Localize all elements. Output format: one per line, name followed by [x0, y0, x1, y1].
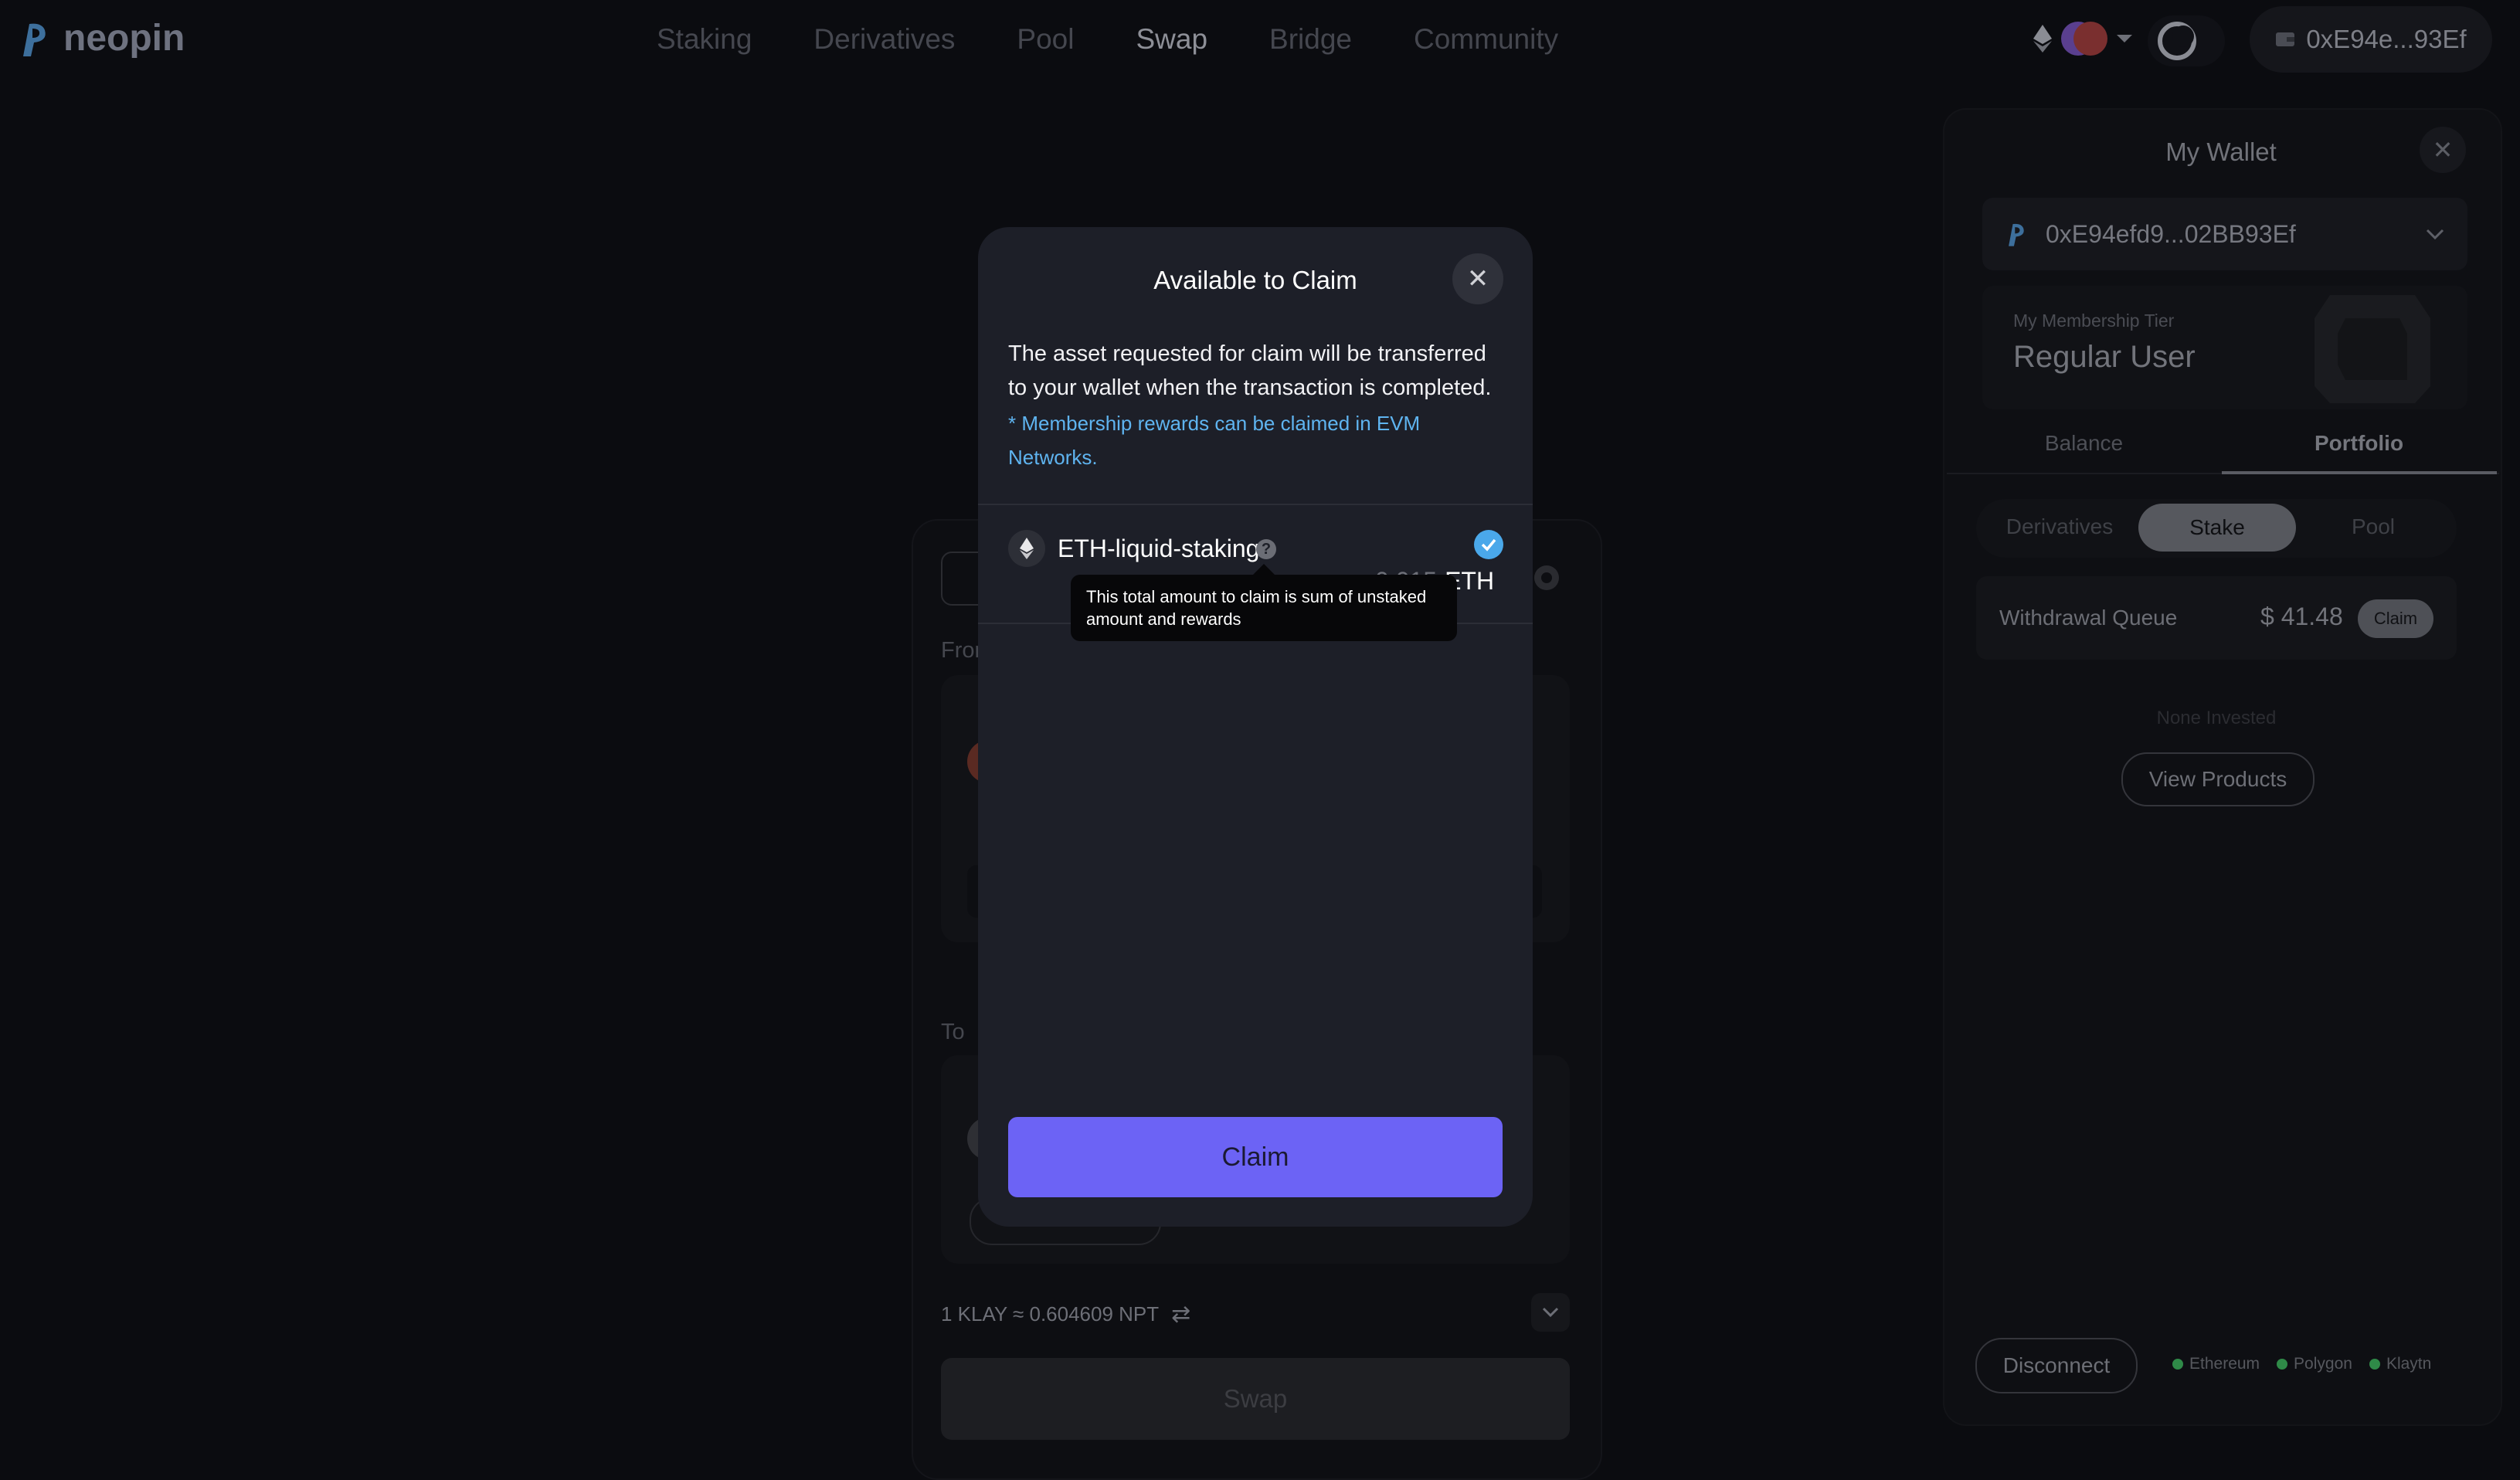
tab-balance[interactable]: Balance	[1947, 431, 2221, 456]
claim-total-tooltip: This total amount to claim is sum of uns…	[1071, 564, 1457, 641]
wallet-panel-title: My Wallet	[2165, 137, 2277, 166]
withdrawal-queue-claim-button[interactable]: Claim	[2358, 599, 2433, 638]
theme-toggle[interactable]	[2148, 15, 2225, 66]
claim-button-label: Claim	[1221, 1142, 1289, 1172]
withdrawal-queue-label: Withdrawal Queue	[1999, 606, 2178, 630]
exchange-rate: 1 KLAY ≈ 0.604609 NPT ⇄	[941, 1301, 1190, 1328]
ethereum-icon	[2033, 25, 2052, 53]
empty-state-text: None Invested	[2156, 708, 2277, 728]
claim-button[interactable]: Claim	[1008, 1117, 1503, 1197]
chevron-down-icon	[2426, 229, 2444, 239]
chevron-down-icon	[1542, 1307, 1559, 1318]
status-dot-icon	[2277, 1359, 2288, 1370]
nav-derivatives[interactable]: Derivatives	[813, 23, 955, 56]
segment-derivatives[interactable]: Derivatives	[1979, 514, 2140, 539]
nav-community[interactable]: Community	[1414, 23, 1558, 56]
wallet-panel-close-button[interactable]: ✕	[2420, 127, 2466, 173]
network-name: Polygon	[2294, 1355, 2352, 1373]
view-products-label: View Products	[2148, 767, 2287, 791]
network-status-list: Ethereum Polygon Klaytn	[2172, 1355, 2431, 1373]
withdrawal-queue-value: $ 41.48	[2260, 603, 2343, 630]
neopin-logo-icon	[23, 23, 46, 56]
modal-description: The asset requested for claim will be tr…	[1008, 341, 1492, 400]
network-name: Ethereum	[2189, 1355, 2260, 1373]
rate-expand-button[interactable]	[1531, 1293, 1570, 1332]
network-selector[interactable]	[2032, 22, 2134, 56]
wallet-icon	[2276, 32, 2295, 46]
close-icon: ✕	[2432, 136, 2454, 164]
claim-item-name: ETH-liquid-staking	[1058, 535, 1260, 562]
gear-icon[interactable]	[1530, 561, 1564, 595]
status-dot-icon	[2369, 1359, 2380, 1370]
close-icon: ✕	[1466, 264, 1489, 294]
membership-tier-value: Regular User	[2013, 340, 2196, 374]
segment-stake[interactable]: Stake	[2138, 504, 2296, 552]
nav-bridge[interactable]: Bridge	[1269, 23, 1352, 56]
account-selector[interactable]: 0xE94efd9...02BB93Ef	[1982, 198, 2467, 270]
network-status-ethereum: Ethereum	[2172, 1355, 2260, 1373]
segment-pool[interactable]: Pool	[2294, 514, 2452, 539]
segment-stake-label: Stake	[2189, 515, 2245, 539]
tab-portfolio[interactable]: Portfolio	[2222, 431, 2496, 456]
wallet-button[interactable]: 0xE94e...93Ef	[2250, 6, 2492, 73]
exchange-rate-text: 1 KLAY ≈ 0.604609 NPT	[941, 1302, 1160, 1326]
disconnect-label: Disconnect	[2002, 1353, 2111, 1377]
help-icon[interactable]: ?	[1256, 539, 1276, 559]
swap-arrows-icon[interactable]: ⇄	[1171, 1301, 1190, 1328]
ethereum-icon	[1020, 538, 1034, 559]
nav-pool[interactable]: Pool	[1017, 23, 1074, 56]
nav-staking[interactable]: Staking	[657, 23, 752, 56]
network-icon-stack	[2061, 22, 2107, 56]
network-name: Klaytn	[2386, 1355, 2432, 1373]
withdrawal-queue-claim-label: Claim	[2373, 609, 2418, 628]
modal-close-button[interactable]: ✕	[1452, 253, 1503, 304]
nav-swap[interactable]: Swap	[1136, 23, 1207, 56]
tab-portfolio-underline	[2222, 471, 2497, 474]
modal-membership-note: * Membership rewards can be claimed in E…	[1008, 412, 1421, 469]
brand-logo[interactable]: neopin	[19, 17, 185, 59]
status-dot-icon	[2172, 1359, 2183, 1370]
membership-badge-icon	[2315, 295, 2430, 403]
view-products-button[interactable]: View Products	[2121, 752, 2315, 806]
modal-title: Available to Claim	[1153, 266, 1357, 294]
brand-name: neopin	[63, 18, 185, 59]
account-address: 0xE94efd9...02BB93Ef	[2046, 219, 2296, 248]
to-label: To	[941, 1020, 965, 1044]
network-status-polygon: Polygon	[2277, 1355, 2352, 1373]
disconnect-button[interactable]: Disconnect	[1975, 1338, 2138, 1393]
tooltip-text: This total amount to claim is sum of uns…	[1086, 587, 1427, 629]
chevron-down-icon	[2117, 35, 2132, 42]
wallet-address-short: 0xE94e...93Ef	[2306, 25, 2467, 53]
membership-tier-label: My Membership Tier	[2013, 311, 2175, 331]
swap-button-label: Swap	[1223, 1384, 1288, 1413]
check-circle-icon[interactable]	[1474, 530, 1503, 559]
moon-icon	[2158, 22, 2196, 60]
main-nav: Staking Derivatives Pool Swap Bridge Com…	[657, 23, 1558, 56]
claim-item-token-icon	[1008, 530, 1045, 567]
network-status-klaytn: Klaytn	[2369, 1355, 2431, 1373]
neopin-logo-icon	[2009, 223, 2024, 246]
swap-button[interactable]: Swap	[941, 1358, 1570, 1440]
